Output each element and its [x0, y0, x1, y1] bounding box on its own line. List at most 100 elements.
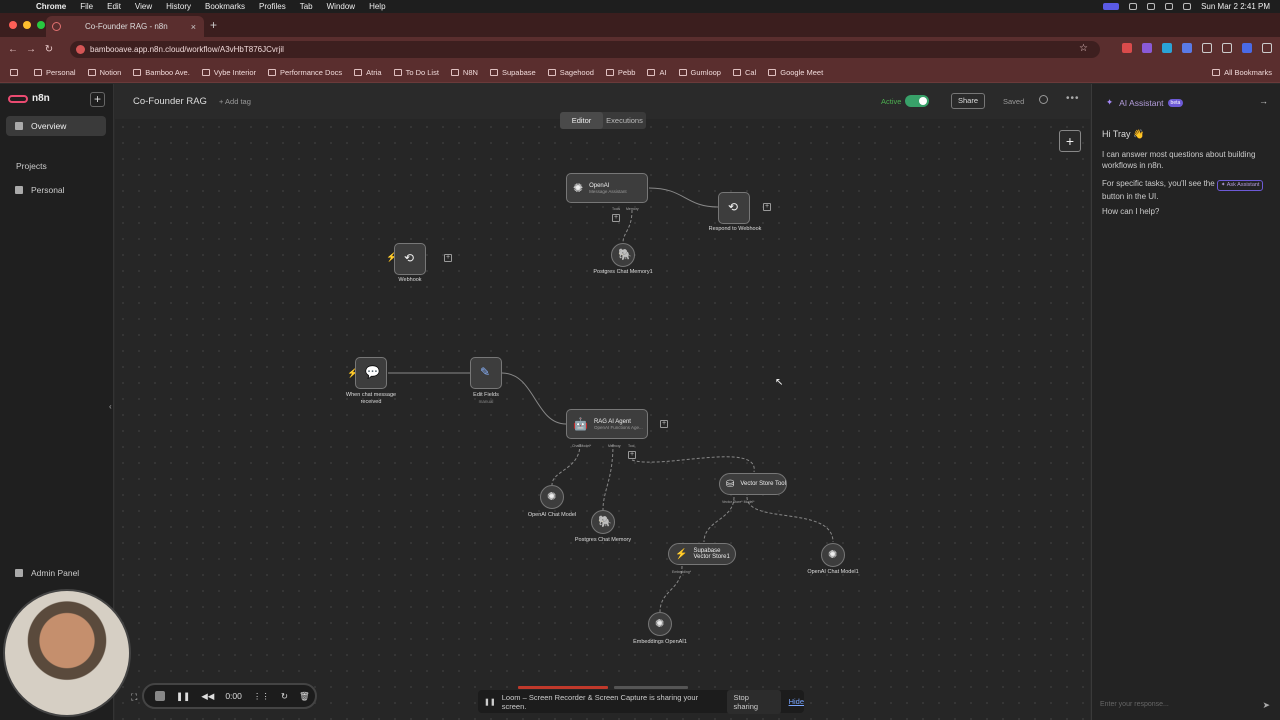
- browser-tab-active[interactable]: Co-Founder RAG - n8n ×: [46, 16, 204, 37]
- stop-sharing-button[interactable]: Stop sharing: [727, 689, 781, 714]
- menu-app[interactable]: Chrome: [36, 2, 66, 11]
- bookmark-ai[interactable]: AI: [647, 68, 667, 77]
- close-window-button[interactable]: [9, 21, 17, 29]
- extension-icon[interactable]: [1142, 43, 1152, 53]
- openai-chat-model1-node[interactable]: ✺: [821, 543, 845, 567]
- add-output-port[interactable]: +: [444, 254, 452, 262]
- menu-view[interactable]: View: [135, 2, 152, 11]
- bookmark-star-icon[interactable]: ☆: [1079, 43, 1088, 54]
- menu-help[interactable]: Help: [369, 2, 385, 11]
- close-icon[interactable]: ×: [191, 22, 196, 32]
- bookmark-google-meet[interactable]: Google Meet: [768, 68, 823, 77]
- menu-edit[interactable]: Edit: [107, 2, 121, 11]
- bookmark-personal[interactable]: Personal: [34, 68, 76, 77]
- send-icon[interactable]: ➤: [1262, 700, 1270, 711]
- edit-fields-node[interactable]: ✎: [470, 357, 502, 389]
- minimize-window-button[interactable]: [23, 21, 31, 29]
- add-tag-button[interactable]: + Add tag: [219, 97, 251, 106]
- extension-icon[interactable]: [1182, 43, 1192, 53]
- assistant-input[interactable]: Enter your response...: [1100, 701, 1169, 708]
- openai-node[interactable]: ✺ OpenAI Message Assistant: [566, 173, 648, 203]
- url-field[interactable]: bambooave.app.n8n.cloud/workflow/A3vHbT8…: [70, 41, 1100, 58]
- add-output-port[interactable]: +: [660, 420, 668, 428]
- more-options-icon[interactable]: •••: [1066, 93, 1080, 104]
- bookmark-notion[interactable]: Notion: [87, 68, 121, 77]
- share-button[interactable]: Share: [951, 93, 985, 109]
- menu-history[interactable]: History: [166, 2, 191, 11]
- wifi-icon[interactable]: [1165, 3, 1174, 10]
- bookmark-bamboo[interactable]: Bamboo Ave.: [133, 68, 190, 77]
- supabase-vector-store-node[interactable]: ⚡ Supabase Vector Store1: [668, 543, 736, 565]
- bookmark-performance-docs[interactable]: Performance Docs: [268, 68, 342, 77]
- menu-bookmarks[interactable]: Bookmarks: [205, 2, 245, 11]
- grid-icon[interactable]: ⋮⋮: [253, 691, 270, 702]
- bookmark-cal[interactable]: Cal: [732, 68, 756, 77]
- active-toggle[interactable]: [905, 95, 929, 107]
- history-icon[interactable]: [1039, 95, 1048, 104]
- pause-icon[interactable]: ❚❚: [176, 691, 190, 702]
- profile-icon[interactable]: [1242, 43, 1252, 53]
- tab-editor[interactable]: Editor: [560, 112, 603, 129]
- sidebar-item-personal[interactable]: Personal: [6, 180, 106, 200]
- add-node-button[interactable]: +: [1059, 130, 1081, 152]
- all-bookmarks[interactable]: All Bookmarks: [1212, 68, 1272, 77]
- bookmark-todo[interactable]: To Do List: [393, 68, 439, 77]
- extension-icon[interactable]: [1122, 43, 1132, 53]
- add-tool-port[interactable]: +: [612, 214, 620, 222]
- add-output-port[interactable]: +: [763, 203, 771, 211]
- menu-icon[interactable]: [1262, 43, 1272, 53]
- rag-agent-node[interactable]: 🤖 RAG AI Agent OpenAI Functions Age...: [566, 409, 648, 439]
- bookmark-n8n[interactable]: N8N: [450, 68, 478, 77]
- screen-recording-icon[interactable]: [1103, 3, 1120, 10]
- bookmark-atria[interactable]: Atria: [354, 68, 382, 77]
- new-tab-button[interactable]: +: [210, 18, 217, 32]
- clock[interactable]: Sun Mar 2 2:41 PM: [1201, 2, 1270, 11]
- workflow-title[interactable]: Co-Founder RAG: [133, 96, 207, 107]
- bookmark-supabase[interactable]: Supabase: [489, 68, 536, 77]
- status-icon[interactable]: [1129, 3, 1138, 10]
- forward-icon[interactable]: →: [22, 44, 40, 55]
- stop-recording-icon[interactable]: [155, 691, 165, 701]
- chat-trigger-node[interactable]: 💬: [355, 357, 387, 389]
- maximize-window-button[interactable]: [37, 21, 45, 29]
- hide-banner-link[interactable]: Hide: [789, 697, 804, 706]
- menu-window[interactable]: Window: [327, 2, 355, 11]
- respond-to-webhook-node[interactable]: ⟲: [718, 192, 750, 224]
- puzzle-icon[interactable]: [1202, 43, 1212, 53]
- extension-icon[interactable]: [1162, 43, 1172, 53]
- collapse-sidebar-icon[interactable]: ‹: [109, 402, 112, 411]
- add-tool-port[interactable]: +: [628, 451, 636, 459]
- webcam-bubble[interactable]: [3, 589, 131, 717]
- sidebar-item-overview[interactable]: Overview: [6, 116, 106, 136]
- expand-icon[interactable]: ⛶: [131, 692, 137, 703]
- restart-icon[interactable]: ↻: [281, 691, 288, 702]
- battery-icon[interactable]: [1147, 3, 1156, 10]
- webhook-node[interactable]: ⟲: [394, 243, 426, 275]
- create-button[interactable]: +: [90, 92, 105, 107]
- rewind-icon[interactable]: ◀◀: [201, 691, 214, 702]
- reload-icon[interactable]: ↻: [40, 44, 58, 55]
- trash-icon[interactable]: 🗑: [299, 691, 310, 702]
- vector-store-tool-node[interactable]: ⛁ Vector Store Tool: [719, 473, 787, 495]
- postgres-memory-node[interactable]: 🐘: [591, 510, 615, 534]
- apps-grid-icon[interactable]: [10, 68, 22, 76]
- menu-tab[interactable]: Tab: [300, 2, 313, 11]
- tab-executions[interactable]: Executions: [603, 112, 646, 129]
- bookmark-pebb[interactable]: Pebb: [605, 68, 635, 77]
- openai-chat-model-node[interactable]: ✺: [540, 485, 564, 509]
- back-icon[interactable]: ←: [4, 44, 22, 55]
- bookmark-vybe[interactable]: Vybe Interior: [201, 68, 256, 77]
- postgres-memory1-node[interactable]: 🐘: [611, 243, 635, 267]
- openai-icon: ✺: [573, 181, 584, 195]
- menu-file[interactable]: File: [80, 2, 93, 11]
- site-icon[interactable]: [76, 45, 85, 54]
- menu-profiles[interactable]: Profiles: [259, 2, 286, 11]
- sidebar-item-admin-panel[interactable]: Admin Panel: [6, 563, 106, 583]
- close-panel-arrow-icon[interactable]: →: [1259, 96, 1268, 106]
- bookmark-gumloop[interactable]: Gumloop: [678, 68, 721, 77]
- search-icon[interactable]: [1183, 3, 1192, 10]
- n8n-logo[interactable]: n8n: [8, 93, 50, 104]
- bookmark-sagehood[interactable]: Sagehood: [547, 68, 594, 77]
- download-icon[interactable]: [1222, 43, 1232, 53]
- embeddings-openai-node[interactable]: ✺: [648, 612, 672, 636]
